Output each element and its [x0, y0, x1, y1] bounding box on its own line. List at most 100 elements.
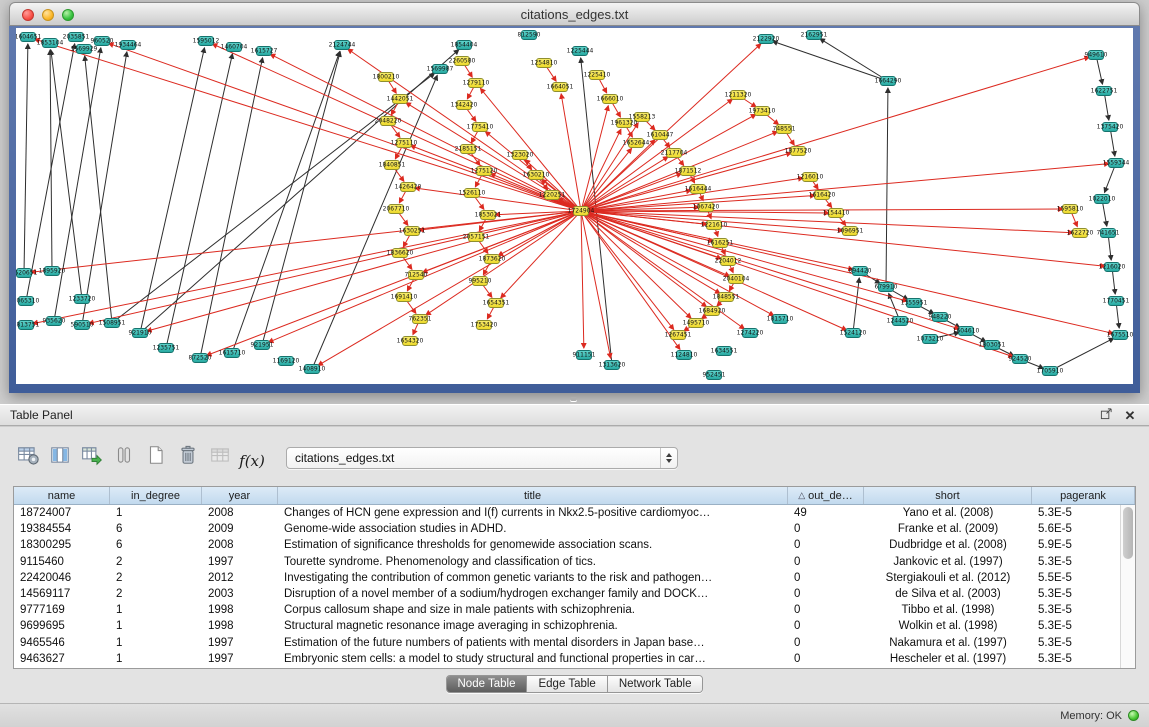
- network-canvas[interactable]: 1724904155821316104472117704187151216164…: [16, 28, 1133, 384]
- close-panel-icon[interactable]: ✕: [1121, 408, 1139, 424]
- import-table-icon[interactable]: [78, 441, 106, 469]
- network-node[interactable]: 1840851: [384, 160, 400, 170]
- table-row[interactable]: 969969511998Structural magnetic resonanc…: [14, 618, 1135, 634]
- network-node[interactable]: 1604610: [958, 326, 974, 336]
- network-node[interactable]: 1569987: [432, 64, 448, 74]
- network-node[interactable]: 2035851: [68, 32, 84, 42]
- network-node[interactable]: 1666010: [602, 94, 618, 104]
- network-node[interactable]: 1313620: [604, 360, 620, 370]
- network-node[interactable]: 995210: [472, 276, 488, 286]
- network-node[interactable]: 1096951: [842, 226, 858, 236]
- network-node[interactable]: 2067710: [388, 204, 404, 214]
- table-row[interactable]: 2242004622012Investigating the contribut…: [14, 570, 1135, 586]
- network-node[interactable]: 2040104: [728, 274, 744, 284]
- column-header-out_de[interactable]: △out_de…: [788, 487, 864, 504]
- network-node[interactable]: 1604651: [20, 32, 36, 42]
- network-node[interactable]: 1877520: [790, 146, 806, 156]
- network-node[interactable]: 1233720: [74, 294, 90, 304]
- network-node[interactable]: 1664290: [880, 76, 896, 86]
- network-node[interactable]: 1934464: [120, 40, 136, 50]
- network-node[interactable]: 1595810: [1062, 204, 1078, 214]
- network-node[interactable]: 1836620: [392, 248, 408, 258]
- network-node[interactable]: 948220: [932, 312, 948, 322]
- network-node[interactable]: 921910: [132, 328, 148, 338]
- table-row[interactable]: 946362711997Embryonic stem cells: a mode…: [14, 651, 1135, 667]
- network-node[interactable]: 1065310: [18, 296, 34, 306]
- memory-indicator[interactable]: [1128, 710, 1139, 721]
- network-node[interactable]: 2162951: [806, 30, 822, 40]
- network-node[interactable]: 1616420: [814, 190, 830, 200]
- rows-icon[interactable]: [110, 441, 138, 469]
- network-node[interactable]: 1225410: [589, 70, 605, 80]
- network-node[interactable]: 935620: [46, 316, 62, 326]
- network-node[interactable]: 1225444: [572, 46, 588, 56]
- table-row[interactable]: 1830029562008Estimation of significance …: [14, 537, 1135, 553]
- network-node[interactable]: 1355951: [906, 298, 922, 308]
- network-node[interactable]: 1595012: [198, 36, 214, 46]
- network-node[interactable]: 1442051: [392, 94, 408, 104]
- network-node[interactable]: 1724904: [573, 206, 589, 216]
- network-node[interactable]: 1630251: [404, 226, 420, 236]
- network-node[interactable]: 1375420: [1102, 122, 1118, 132]
- network-node[interactable]: 1274220: [742, 328, 758, 338]
- column-header-name[interactable]: name: [14, 487, 110, 504]
- network-node[interactable]: 2122920: [758, 34, 774, 44]
- network-node[interactable]: 762351: [412, 314, 428, 324]
- network-node[interactable]: 1067420: [698, 202, 714, 212]
- table-row[interactable]: 911546021997Tourette syndrome. Phenomeno…: [14, 554, 1135, 570]
- network-node[interactable]: 1408910: [304, 364, 320, 374]
- network-node[interactable]: 1244520: [892, 316, 908, 326]
- network-node[interactable]: 911151: [576, 350, 592, 360]
- table-selector[interactable]: citations_edges.txt: [286, 447, 678, 469]
- network-node[interactable]: 1895920: [44, 266, 60, 276]
- tab-network-table[interactable]: Network Table: [608, 676, 703, 692]
- network-node[interactable]: 1622720: [1072, 228, 1088, 238]
- network-node[interactable]: 1426420: [400, 182, 416, 192]
- network-node[interactable]: 1216020: [1104, 262, 1120, 272]
- network-node[interactable]: 894420: [852, 266, 868, 276]
- table-row[interactable]: 1938455462009Genome-wide association stu…: [14, 521, 1135, 537]
- column-header-in_degree[interactable]: in_degree: [110, 487, 202, 504]
- new-table-icon[interactable]: [142, 441, 170, 469]
- close-button[interactable]: [22, 9, 34, 21]
- network-node[interactable]: 1675510: [1112, 330, 1128, 340]
- network-node[interactable]: 1652644: [628, 138, 644, 148]
- network-node[interactable]: 1634551: [716, 346, 732, 356]
- network-node[interactable]: 2185151: [460, 144, 476, 154]
- network-node[interactable]: 2204012: [720, 256, 736, 266]
- network-node[interactable]: 1559344: [1108, 158, 1124, 168]
- map-table-icon[interactable]: [206, 441, 234, 469]
- network-node[interactable]: 1124810: [676, 350, 692, 360]
- network-node[interactable]: 1154410: [828, 208, 844, 218]
- network-node[interactable]: 924520: [1012, 354, 1028, 364]
- network-node[interactable]: 1961320: [616, 118, 632, 128]
- network-node[interactable]: 2124744: [334, 40, 350, 50]
- table-row[interactable]: 977716911998Corpus callosum shape and si…: [14, 602, 1135, 618]
- network-node[interactable]: 1526110: [464, 188, 480, 198]
- network-node[interactable]: 1342420: [456, 100, 472, 110]
- network-node[interactable]: 741651: [1100, 228, 1116, 238]
- float-panel-icon[interactable]: [1097, 406, 1115, 422]
- network-node[interactable]: 1495710: [688, 318, 704, 328]
- network-node[interactable]: 1235751: [158, 343, 174, 353]
- network-node[interactable]: 2260580: [454, 56, 470, 66]
- network-node[interactable]: 872520: [192, 353, 208, 363]
- scrollbar-thumb[interactable]: [1123, 507, 1133, 559]
- network-node[interactable]: 590510: [74, 320, 90, 330]
- network-node[interactable]: 1803051: [984, 340, 1000, 350]
- network-node[interactable]: 1460704: [226, 42, 242, 52]
- show-columns-icon[interactable]: [46, 441, 74, 469]
- function-builder-icon[interactable]: f(x): [238, 447, 266, 475]
- column-header-pagerank[interactable]: pagerank: [1032, 487, 1135, 504]
- network-node[interactable]: 1254810: [536, 58, 552, 68]
- network-node[interactable]: 1854404: [456, 40, 472, 50]
- splitter-handle[interactable]: [570, 397, 577, 401]
- network-node[interactable]: 1524120: [845, 328, 861, 338]
- network-node[interactable]: 1654320: [402, 336, 418, 346]
- network-node[interactable]: 1616444: [690, 184, 706, 194]
- network-node[interactable]: 1813751: [18, 320, 34, 330]
- network-node[interactable]: 921951: [254, 340, 270, 350]
- network-node[interactable]: 2117704: [666, 148, 682, 158]
- network-node[interactable]: 1508951: [104, 318, 120, 328]
- network-node[interactable]: 748551: [776, 124, 792, 134]
